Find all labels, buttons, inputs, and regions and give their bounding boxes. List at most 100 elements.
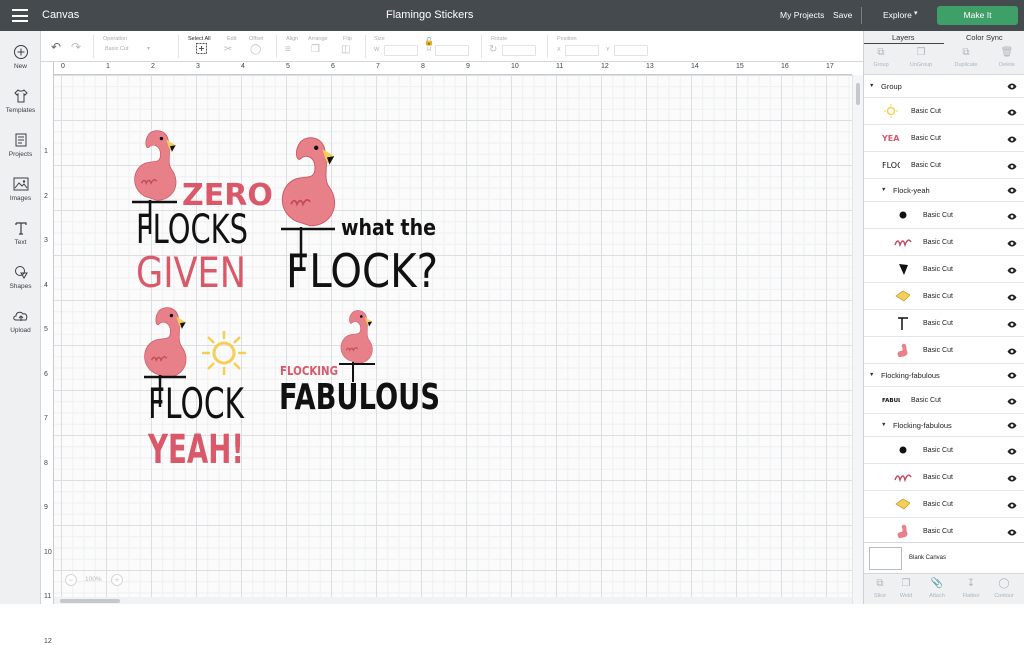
layer-row[interactable]: Basic Cut [864,464,1024,491]
design-text-fabulous[interactable]: FABULOUS [279,377,440,418]
eye-icon[interactable] [1007,187,1017,194]
eye-icon[interactable] [1007,348,1017,355]
weld-button[interactable]: ❐ Weld [890,578,922,599]
layer-row[interactable]: Basic Cut [864,202,1024,229]
eye-icon[interactable] [1007,475,1017,482]
zoom-in-button[interactable]: + [111,574,123,586]
eye-icon[interactable] [1007,136,1017,143]
sidebar-item-images[interactable]: Images [0,175,41,202]
lock-icon[interactable]: 🔓 [424,37,434,46]
layer-group-row[interactable]: ▼ Group [864,75,1024,98]
layer-row[interactable]: Basic Cut [864,98,1024,125]
layer-row[interactable]: Basic Cut [864,310,1024,337]
eye-icon[interactable] [1007,213,1017,220]
explore-menu[interactable]: Explore [883,10,912,20]
canvas-swatch[interactable] [869,547,902,570]
horizontal-scrollbar[interactable] [54,597,852,604]
ungroup-button[interactable]: ❐ UnGroup [904,47,938,68]
collapse-triangle-icon[interactable]: ▼ [869,372,874,378]
sidebar-item-shapes[interactable]: Shapes [0,263,41,290]
redo-icon[interactable]: ↷ [71,40,81,54]
vertical-scrollbar[interactable] [852,75,863,604]
zoom-out-button[interactable]: − [65,574,77,586]
layer-group-row[interactable]: ▼ Flocking-fabulous [864,414,1024,437]
layer-row[interactable]: Basic Cut [864,283,1024,310]
my-projects-link[interactable]: My Projects [780,10,824,20]
sidebar-item-templates[interactable]: Templates [0,87,41,114]
layer-row[interactable]: Basic Cut [864,229,1024,256]
scroll-thumb[interactable] [60,599,120,603]
layer-row[interactable]: YEAH! Basic Cut [864,125,1024,152]
layer-group-row[interactable]: ▼ Flocking-fabulous [864,364,1024,387]
chevron-down-icon[interactable]: ▾ [914,9,918,17]
eye-icon[interactable] [1007,294,1017,301]
group-button[interactable]: ⧉ Group [864,47,898,68]
select-all-icon[interactable] [196,43,207,57]
make-it-button[interactable]: Make It [937,6,1018,25]
eye-icon[interactable] [1007,240,1017,247]
design-text-what-the[interactable]: what the [341,216,436,241]
flip-icon[interactable]: ◫ [341,44,350,55]
eye-icon[interactable] [1007,267,1017,274]
undo-icon[interactable]: ↶ [51,40,61,54]
scroll-thumb[interactable] [856,83,860,105]
scissors-icon[interactable]: ✂ [224,44,232,55]
offset-icon[interactable]: ◯ [250,44,261,55]
blank-canvas-row[interactable]: Blank Canvas [864,542,1024,573]
design-text-given[interactable]: GIVEN [136,248,246,297]
contour-button[interactable]: ◯ Contour [988,578,1020,599]
menu-icon[interactable] [12,9,28,22]
eye-icon[interactable] [1007,109,1017,116]
eye-icon[interactable] [1007,398,1017,405]
design-text-flock[interactable]: FLOCK [148,379,245,428]
design-text-flocks[interactable]: FLOCKS [136,207,248,253]
layer-thumbnail-squiggle [894,470,912,484]
layers-panel: Layers Color Sync ⧉ Group ❐ UnGroup ⧉ Dupli… [863,31,1024,604]
height-field[interactable] [435,45,469,56]
x-field[interactable] [565,45,599,56]
layer-row[interactable]: Basic Cut [864,337,1024,364]
delete-button[interactable]: 🗑 Delete [990,47,1024,68]
design-text-flocking[interactable]: FLOCKING [280,364,338,378]
layer-row[interactable]: FLOCK Basic Cut [864,152,1024,179]
collapse-triangle-icon[interactable]: ▼ [881,187,886,193]
sun-graphic[interactable] [202,331,246,375]
eye-icon[interactable] [1007,372,1017,379]
duplicate-button[interactable]: ⧉ Duplicate [949,47,983,68]
save-button[interactable]: Save [833,10,852,20]
eye-icon[interactable] [1007,502,1017,509]
attach-button[interactable]: 📎 Attach [921,578,953,599]
eye-icon[interactable] [1007,83,1017,90]
sidebar-item-upload[interactable]: Upload [0,307,41,334]
design-text-flock-q[interactable]: FLOCK? [286,244,438,298]
layer-row[interactable]: Basic Cut [864,491,1024,518]
arrange-icon[interactable]: ❐ [311,44,320,55]
sidebar-item-projects[interactable]: Projects [0,131,41,158]
width-field[interactable] [384,45,418,56]
ruler-tick-label: 6 [331,63,335,70]
design-flocking-fabulous[interactable] [339,309,375,382]
eye-icon[interactable] [1007,529,1017,536]
layer-row[interactable]: Basic Cut [864,437,1024,464]
sidebar-item-text[interactable]: Text [0,219,41,246]
eye-icon[interactable] [1007,422,1017,429]
tab-layers[interactable]: Layers [892,33,915,42]
layer-row[interactable]: FABULOUS Basic Cut [864,387,1024,414]
eye-icon[interactable] [1007,321,1017,328]
flatten-button[interactable]: ↧ Flatten [955,578,987,599]
align-icon[interactable]: ≡ [285,44,291,55]
operation-select[interactable]: Basic Cut [103,45,153,56]
design-canvas[interactable]: ZERO FLOCKS GIVEN what the FLOCK? FLOCK … [54,75,852,599]
layer-row[interactable]: Basic Cut [864,518,1024,545]
design-text-yeah[interactable]: YEAH! [147,427,244,473]
sidebar-item-new[interactable]: New [0,43,41,70]
eye-icon[interactable] [1007,163,1017,170]
rotate-field[interactable] [502,45,536,56]
layer-row[interactable]: Basic Cut [864,256,1024,283]
y-field[interactable] [614,45,648,56]
tab-color-sync[interactable]: Color Sync [966,33,1003,42]
layer-group-row[interactable]: ▼ Flock-yeah [864,179,1024,202]
collapse-triangle-icon[interactable]: ▼ [881,422,886,428]
collapse-triangle-icon[interactable]: ▼ [869,83,874,89]
eye-icon[interactable] [1007,448,1017,455]
